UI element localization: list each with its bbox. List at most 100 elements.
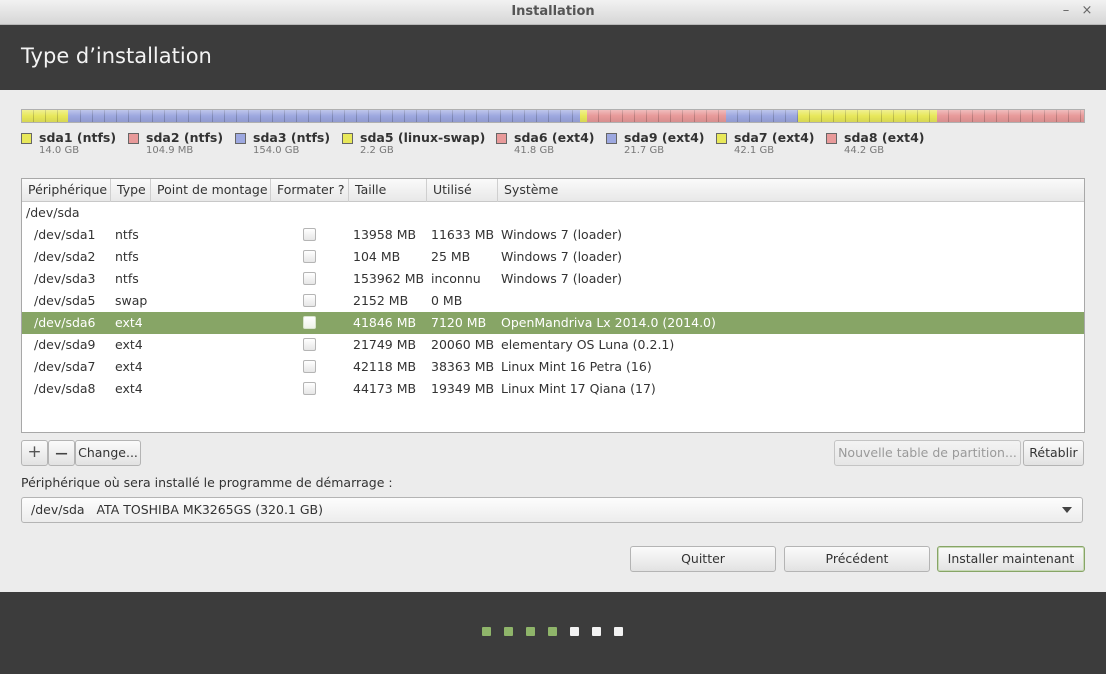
legend-swatch (716, 133, 727, 144)
cell-size: 2152 MB (353, 293, 409, 308)
cell-size: 21749 MB (353, 337, 417, 352)
disk-segment (587, 110, 726, 122)
back-button[interactable]: Précédent (784, 546, 930, 572)
table-row[interactable]: /dev/sda5 swap 2152 MB 0 MB (22, 290, 1084, 312)
cell-size: 104 MB (353, 249, 401, 264)
legend-partition-size: 2.2 GB (360, 145, 394, 156)
minimize-icon[interactable]: – (1058, 3, 1074, 19)
column-header-used[interactable]: Utilisé (427, 179, 498, 202)
table-row[interactable]: /dev/sda6 ext4 41846 MB 7120 MB OpenMandriva… (22, 312, 1084, 334)
step-dot-todo (570, 627, 579, 636)
cell-type: ext4 (115, 337, 143, 352)
legend-swatch (826, 133, 837, 144)
disk-segment (797, 110, 938, 122)
cell-device: /dev/sda2 (34, 249, 96, 264)
cell-device: /dev/sda3 (34, 271, 96, 286)
cell-device: /dev/sda8 (34, 381, 96, 396)
legend-partition-size: 104.9 MB (146, 145, 194, 156)
legend-partition-size: 154.0 GB (253, 145, 300, 156)
column-header-type[interactable]: Type (111, 179, 151, 202)
disk-row[interactable]: /dev/sda (22, 202, 1084, 224)
table-row[interactable]: /dev/sda3 ntfs 153962 MB inconnu Windows 7 (… (22, 268, 1084, 290)
disk-segment (22, 110, 69, 122)
cell-size: 41846 MB (353, 315, 417, 330)
cell-used: 20060 MB (431, 337, 495, 352)
column-header-size[interactable]: Taille (349, 179, 427, 202)
remove-partition-button[interactable]: — (48, 440, 75, 466)
revert-button[interactable]: Rétablir (1023, 440, 1084, 466)
quit-button[interactable]: Quitter (630, 546, 776, 572)
legend-partition-name: sda6 (ext4) (514, 130, 595, 145)
cell-system: Windows 7 (loader) (501, 271, 622, 286)
column-header-format[interactable]: Formater ? (271, 179, 349, 202)
disk-device: /dev/sda (26, 205, 80, 220)
cell-used: 19349 MB (431, 381, 495, 396)
legend-partition-name: sda1 (ntfs) (39, 130, 117, 145)
new-partition-table-button[interactable]: Nouvelle table de partition... (834, 440, 1021, 466)
cell-type: ntfs (115, 271, 139, 286)
close-icon[interactable]: × (1079, 3, 1095, 19)
format-checkbox[interactable] (303, 316, 316, 329)
cell-used: 38363 MB (431, 359, 495, 374)
cell-system: elementary OS Luna (0.2.1) (501, 337, 675, 352)
step-dot-todo (614, 627, 623, 636)
legend-partition-name: sda8 (ext4) (844, 130, 925, 145)
page-header: Type d’installation (0, 25, 1106, 90)
footer (0, 592, 1106, 674)
step-dot-done (482, 627, 491, 636)
disk-usage-bar (21, 109, 1085, 123)
table-header: Périphérique Type Point de montage Forma… (22, 179, 1084, 202)
cell-device: /dev/sda9 (34, 337, 96, 352)
bootloader-label: Périphérique où sera installé le program… (21, 475, 393, 490)
partition-table[interactable]: Périphérique Type Point de montage Forma… (21, 178, 1085, 433)
cell-type: ext4 (115, 381, 143, 396)
cell-device: /dev/sda7 (34, 359, 96, 374)
change-partition-button[interactable]: Change... (75, 440, 141, 466)
legend-swatch (496, 133, 507, 144)
legend-swatch (235, 133, 246, 144)
disk-segment (68, 110, 580, 122)
legend-partition-name: sda2 (ntfs) (146, 130, 224, 145)
cell-size: 42118 MB (353, 359, 417, 374)
format-checkbox[interactable] (303, 272, 316, 285)
disk-segment (937, 110, 1084, 122)
bootloader-device-select[interactable]: /dev/sda ATA TOSHIBA MK3265GS (320.1 GB) (21, 497, 1083, 523)
add-partition-button[interactable]: + (21, 440, 48, 466)
cell-type: ntfs (115, 249, 139, 264)
legend-swatch (128, 133, 139, 144)
main-content: sda1 (ntfs) 14.0 GB sda2 (ntfs) 104.9 MB sda… (0, 90, 1106, 592)
table-row[interactable]: /dev/sda2 ntfs 104 MB 25 MB Windows 7 (loade… (22, 246, 1084, 268)
legend-swatch (606, 133, 617, 144)
cell-system: Linux Mint 16 Petra (16) (501, 359, 652, 374)
table-row[interactable]: /dev/sda7 ext4 42118 MB 38363 MB Linux Mint … (22, 356, 1084, 378)
cell-type: ext4 (115, 359, 143, 374)
legend-partition-name: sda7 (ext4) (734, 130, 815, 145)
cell-type: ntfs (115, 227, 139, 242)
legend-partition-size: 21.7 GB (624, 145, 665, 156)
window-titlebar: Installation – × (0, 0, 1106, 25)
column-header-mount[interactable]: Point de montage (151, 179, 271, 202)
legend-swatch (21, 133, 32, 144)
table-row[interactable]: /dev/sda8 ext4 44173 MB 19349 MB Linux Mint … (22, 378, 1084, 400)
legend-partition-size: 14.0 GB (39, 145, 80, 156)
install-now-button[interactable]: Installer maintenant (937, 546, 1085, 572)
cell-used: inconnu (431, 271, 481, 286)
column-header-device[interactable]: Périphérique (22, 179, 111, 202)
legend-partition-name: sda5 (linux-swap) (360, 130, 486, 145)
step-dot-done (526, 627, 535, 636)
cell-used: 7120 MB (431, 315, 487, 330)
bootloader-device-value: /dev/sda ATA TOSHIBA MK3265GS (320.1 GB) (31, 502, 323, 517)
table-row[interactable]: /dev/sda9 ext4 21749 MB 20060 MB elementary … (22, 334, 1084, 356)
format-checkbox[interactable] (303, 250, 316, 263)
disk-segment (725, 110, 798, 122)
cell-type: swap (115, 293, 148, 308)
format-checkbox[interactable] (303, 228, 316, 241)
format-checkbox[interactable] (303, 360, 316, 373)
table-row[interactable]: /dev/sda1 ntfs 13958 MB 11633 MB Windows 7 (… (22, 224, 1084, 246)
cell-type: ext4 (115, 315, 143, 330)
format-checkbox[interactable] (303, 294, 316, 307)
format-checkbox[interactable] (303, 338, 316, 351)
cell-size: 153962 MB (353, 271, 425, 286)
format-checkbox[interactable] (303, 382, 316, 395)
column-header-system[interactable]: Système (498, 179, 1084, 202)
